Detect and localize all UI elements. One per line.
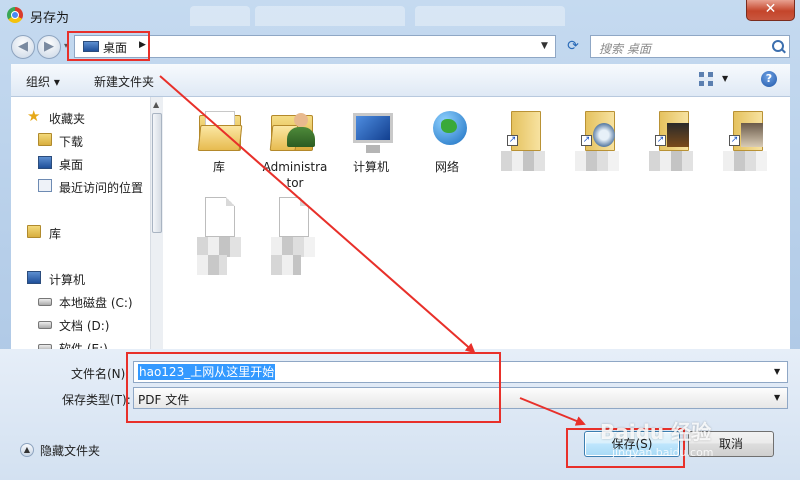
annotation-arrow <box>159 75 476 354</box>
annotation-arrows <box>159 75 586 426</box>
watermark-logo: Baidu 经验 <box>600 420 712 444</box>
annotation-arrow <box>519 397 586 426</box>
watermark-url: jingyan.baidu.com <box>612 446 714 459</box>
